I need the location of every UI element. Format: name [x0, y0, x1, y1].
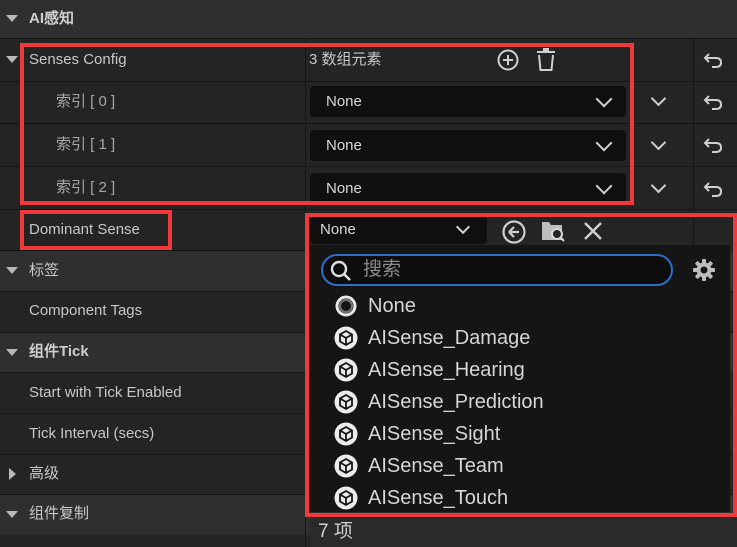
dropdown-value: None [326, 93, 362, 110]
expand-arrow-icon[interactable] [9, 468, 16, 480]
class-list-item-label: AISense_Team [368, 455, 504, 477]
class-cube-icon [334, 422, 358, 446]
reset-to-default-icon[interactable] [703, 136, 723, 154]
add-element-icon[interactable] [496, 48, 520, 72]
expand-arrow-icon[interactable] [6, 56, 18, 63]
use-selected-asset-icon[interactable] [501, 219, 527, 245]
collapse-arrow-icon[interactable] [6, 15, 18, 22]
class-list-item-label: AISense_Hearing [368, 359, 525, 381]
search-placeholder: 搜索 [363, 259, 402, 280]
collapse-arrow-icon[interactable] [6, 267, 18, 274]
chevron-down-icon [595, 134, 613, 152]
start-with-tick-label: Start with Tick Enabled [29, 384, 182, 401]
category-label: 组件Tick [29, 343, 89, 360]
browse-asset-icon[interactable] [540, 218, 566, 244]
dropdown-value: None [326, 180, 362, 197]
class-cube-icon [334, 358, 358, 382]
class-list-item-label: AISense_Damage [368, 327, 531, 349]
element-index-label: 索引 [ 0 ] [56, 93, 116, 110]
class-cube-icon [334, 454, 358, 478]
delete-all-icon[interactable] [535, 47, 557, 73]
dominant-sense-label: Dominant Sense [29, 221, 140, 238]
senses-config-label: Senses Config [29, 51, 127, 68]
chevron-down-icon [455, 219, 471, 235]
clear-icon[interactable] [582, 220, 604, 242]
chevron-down-icon [595, 177, 613, 195]
category-label: 高级 [29, 465, 60, 482]
search-icon [330, 260, 351, 281]
category-label: 标签 [29, 262, 60, 279]
sense-class-dropdown[interactable]: None [310, 173, 626, 204]
category-label: 组件复制 [29, 505, 90, 522]
reset-to-default-icon[interactable] [703, 51, 723, 69]
item-count: 7 项 [318, 521, 353, 542]
reset-to-default-icon[interactable] [703, 180, 723, 198]
category-ai-perception[interactable]: AI感知 [0, 0, 737, 38]
array-count: 3 数组元素 [309, 51, 382, 68]
settings-gear-icon[interactable] [692, 258, 716, 282]
search-input[interactable]: 搜索 [321, 254, 673, 286]
class-list-item-label: AISense_Sight [368, 423, 501, 445]
component-tags-label: Component Tags [29, 302, 143, 319]
dominant-sense-dropdown[interactable]: None [310, 216, 487, 244]
element-index-label: 索引 [ 2 ] [56, 179, 116, 196]
category-label: AI感知 [29, 10, 75, 27]
none-circle-icon [335, 295, 357, 317]
senses-config-row: Senses Config 3 数组元素 [0, 39, 737, 81]
class-cube-icon [334, 486, 358, 510]
class-cube-icon [334, 326, 358, 350]
sense-class-dropdown[interactable]: None [310, 130, 626, 161]
class-list-item-label: None [368, 295, 416, 317]
class-cube-icon [334, 390, 358, 414]
reset-to-default-icon[interactable] [703, 93, 723, 111]
collapse-arrow-icon[interactable] [6, 349, 18, 356]
class-list-item-label: AISense_Touch [368, 487, 509, 509]
element-index-label: 索引 [ 1 ] [56, 136, 116, 153]
chevron-down-icon [595, 90, 613, 108]
collapse-arrow-icon[interactable] [6, 511, 18, 518]
tick-interval-label: Tick Interval (secs) [29, 425, 155, 442]
dropdown-value: None [326, 137, 362, 154]
class-picker-footer: 7 项 [310, 516, 737, 547]
dropdown-value: None [320, 221, 356, 238]
sense-class-dropdown[interactable]: None [310, 86, 626, 117]
class-list-item-label: AISense_Prediction [368, 391, 544, 413]
